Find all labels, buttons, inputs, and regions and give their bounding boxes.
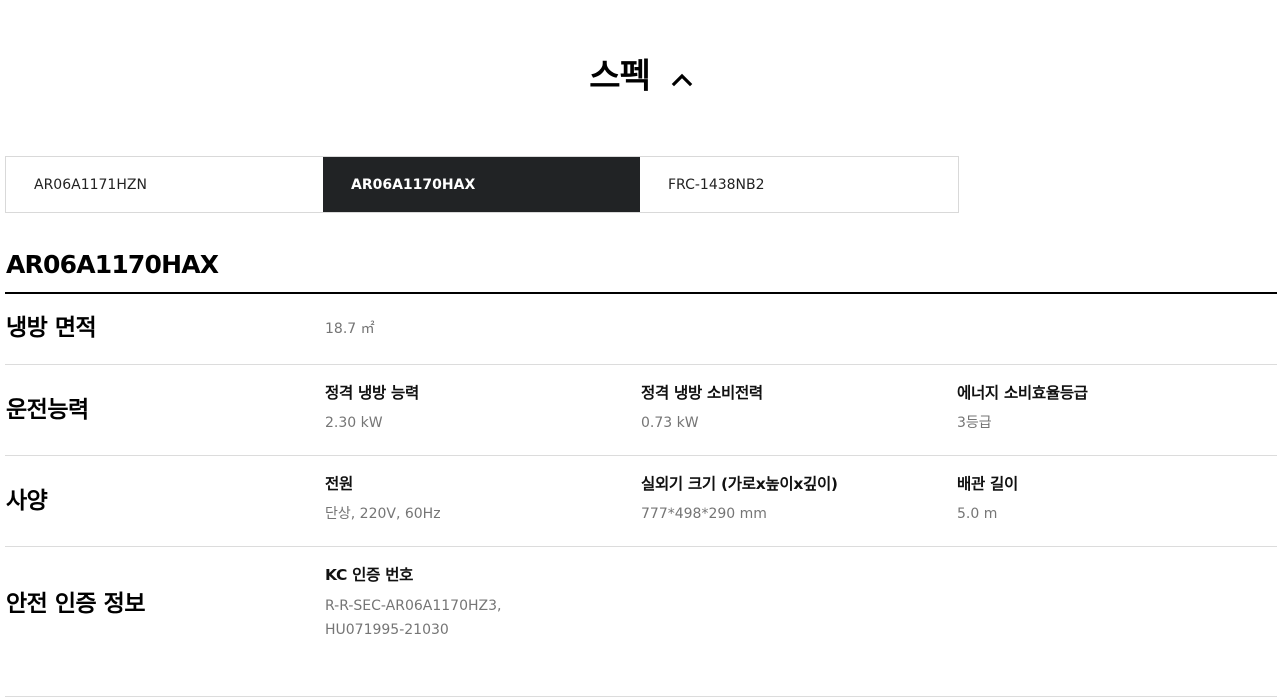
- spec-cell: 정격 냉방 소비전력 0.73 kW: [641, 382, 911, 434]
- spec-table: 냉방 면적 18.7 ㎡ 운전능력 정격 냉방 능력 2.30 kW 정격 냉방…: [5, 292, 1277, 697]
- spec-row-cooling-area: 냉방 면적 18.7 ㎡: [5, 294, 1277, 365]
- spec-name: 실외기 크기 (가로x높이x깊이): [641, 475, 838, 493]
- chevron-up-icon: [671, 73, 692, 86]
- spec-value: 3등급: [957, 415, 992, 431]
- spec-row-performance: 운전능력 정격 냉방 능력 2.30 kW 정격 냉방 소비전력 0.73 kW…: [5, 365, 1277, 456]
- spec-value: 0.73 kW: [641, 415, 699, 431]
- row-label: 냉방 면적: [6, 315, 97, 341]
- tab-model-3[interactable]: FRC-1438NB2: [640, 157, 957, 212]
- spec-value: 18.7 ㎡: [325, 321, 375, 337]
- model-tabs: AR06A1171HZN AR06A1170HAX FRC-1438NB2: [5, 156, 959, 213]
- model-title: AR06A1170HAX: [6, 250, 219, 279]
- spec-section-toggle[interactable]: 스펙: [0, 52, 1282, 100]
- row-label: 사양: [6, 488, 48, 514]
- tab-model-2[interactable]: AR06A1170HAX: [323, 157, 640, 212]
- spec-cell: 정격 냉방 능력 2.30 kW: [325, 382, 595, 434]
- spec-value: 5.0 m: [957, 506, 998, 522]
- row-label: 운전능력: [6, 397, 89, 423]
- tab-model-1[interactable]: AR06A1171HZN: [6, 157, 323, 212]
- tab-label: FRC-1438NB2: [668, 176, 765, 193]
- spec-name: 에너지 소비효율등급: [957, 384, 1088, 402]
- spec-name: 배관 길이: [957, 475, 1018, 493]
- spec-title: 스펙: [589, 56, 651, 97]
- tab-label: AR06A1170HAX: [351, 176, 476, 193]
- spec-value: R-R-SEC-AR06A1170HZ3, HU071995-21030: [325, 598, 502, 638]
- spec-name: 정격 냉방 능력: [325, 384, 419, 402]
- spec-cell: 에너지 소비효율등급 3등급: [957, 382, 1227, 434]
- spec-name: KC 인증 번호: [325, 566, 414, 584]
- spec-cell: 배관 길이 5.0 m: [957, 473, 1227, 525]
- spec-value: 2.30 kW: [325, 415, 383, 431]
- spec-name: 전원: [325, 475, 353, 493]
- tab-label: AR06A1171HZN: [34, 176, 147, 193]
- spec-value: 단상, 220V, 60Hz: [325, 506, 441, 522]
- spec-value: 777*498*290 mm: [641, 506, 767, 522]
- spec-cell: 18.7 ㎡: [325, 318, 595, 340]
- spec-row-safety-cert: 안전 인증 정보 KC 인증 번호 R-R-SEC-AR06A1170HZ3, …: [5, 547, 1277, 697]
- row-label: 안전 인증 정보: [6, 591, 145, 617]
- spec-name: 정격 냉방 소비전력: [641, 384, 763, 402]
- spec-cell: 실외기 크기 (가로x높이x깊이) 777*498*290 mm: [641, 473, 911, 525]
- spec-row-specification: 사양 전원 단상, 220V, 60Hz 실외기 크기 (가로x높이x깊이) 7…: [5, 456, 1277, 547]
- spec-cell: 전원 단상, 220V, 60Hz: [325, 473, 595, 525]
- spec-page: 스펙 AR06A1171HZN AR06A1170HAX FRC-1438NB2…: [0, 0, 1282, 699]
- spec-cell: KC 인증 번호 R-R-SEC-AR06A1170HZ3, HU071995-…: [325, 564, 580, 642]
